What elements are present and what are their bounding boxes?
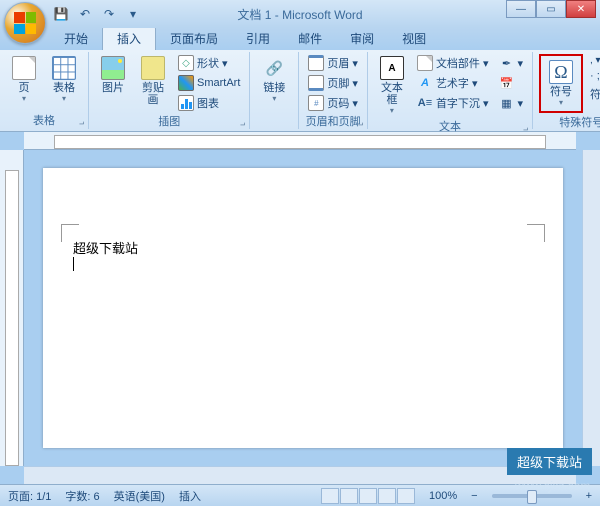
qat-dropdown-icon[interactable]: ▾	[124, 5, 142, 23]
smartart-icon	[178, 75, 194, 91]
date-icon: 📅	[498, 75, 514, 91]
horizontal-ruler[interactable]	[24, 132, 576, 150]
clipart-button[interactable]: 剪贴画	[135, 54, 171, 108]
symbols-dropdown[interactable]: · ; :	[587, 69, 600, 83]
group-label-illustrations: 插图	[95, 112, 243, 130]
tab-review[interactable]: 审阅	[336, 27, 388, 50]
quickparts-button[interactable]: 文档部件 ▾	[414, 54, 492, 72]
titlebar: 💾 ↶ ↷ ▾ 文档 1 - Microsoft Word — ▭ ✕	[0, 0, 600, 28]
dropcap-icon: A≡	[417, 95, 433, 111]
more-symbols-button[interactable]: , ▾	[587, 54, 600, 67]
tab-view[interactable]: 视图	[388, 27, 440, 50]
pagenum-icon: #	[308, 95, 324, 111]
table-icon	[52, 56, 76, 80]
header-button[interactable]: 页眉 ▾	[305, 54, 361, 72]
quick-access-toolbar: 💾 ↶ ↷ ▾	[52, 5, 142, 23]
footer-button[interactable]: 页脚 ▾	[305, 74, 361, 92]
parts-icon	[417, 55, 433, 71]
wordart-button[interactable]: A艺术字 ▾	[414, 74, 492, 92]
tab-mailings[interactable]: 邮件	[284, 27, 336, 50]
text-cursor	[73, 257, 74, 271]
ribbon-tabs: 开始 插入 页面布局 引用 邮件 审阅 视图	[0, 28, 600, 50]
textbox-button[interactable]: A文本框▾	[374, 54, 410, 117]
zoom-level[interactable]: 100%	[429, 490, 457, 502]
group-label-tables: 表格	[6, 111, 82, 129]
view-outline[interactable]	[378, 488, 396, 504]
status-page[interactable]: 页面: 1/1	[8, 488, 51, 504]
view-print-layout[interactable]	[321, 488, 339, 504]
hyperlink-button[interactable]: 🔗链接▾	[256, 54, 292, 105]
status-mode[interactable]: 插入	[179, 488, 201, 504]
watermark-badge: 超级下载站	[507, 448, 592, 475]
view-buttons	[321, 488, 415, 504]
ribbon: 页▾ 表格▾ 表格 图片 剪贴画 ◇形状 ▾ SmartArt 图表 插图 🔗链…	[0, 50, 600, 132]
zoom-out-button[interactable]: −	[471, 490, 477, 502]
table-button[interactable]: 表格▾	[46, 54, 82, 105]
undo-icon[interactable]: ↶	[76, 5, 94, 23]
link-icon: 🔗	[262, 56, 286, 80]
watermark-url: www.cjxz.com	[515, 479, 590, 493]
cover-page-button[interactable]: 页▾	[6, 54, 42, 105]
signature-button[interactable]: ✒▾	[495, 54, 526, 72]
page[interactable]: 超级下载站	[43, 168, 563, 448]
margin-corner-icon	[527, 224, 545, 242]
chart-icon	[178, 95, 194, 111]
picture-icon	[101, 56, 125, 80]
document-text[interactable]: 超级下载站	[73, 238, 533, 257]
shapes-icon: ◇	[178, 55, 194, 71]
save-icon[interactable]: 💾	[52, 5, 70, 23]
redo-icon[interactable]: ↷	[100, 5, 118, 23]
footer-icon	[308, 75, 324, 91]
office-button[interactable]	[4, 2, 46, 44]
zoom-slider[interactable]	[492, 494, 572, 498]
office-logo-icon	[14, 12, 36, 34]
pagenumber-button[interactable]: #页码 ▾	[305, 94, 361, 112]
object-button[interactable]: ▦▾	[495, 94, 526, 112]
picture-button[interactable]: 图片	[95, 54, 131, 96]
status-language[interactable]: 英语(美国)	[114, 488, 165, 504]
tab-home[interactable]: 开始	[50, 27, 102, 50]
chart-button[interactable]: 图表	[175, 94, 243, 112]
clipart-icon	[141, 56, 165, 80]
symbol-button[interactable]: Ω符号▾	[543, 58, 579, 109]
tab-insert[interactable]: 插入	[102, 26, 156, 50]
horizontal-scrollbar[interactable]	[24, 466, 576, 484]
omega-icon: Ω	[549, 60, 573, 84]
tab-layout[interactable]: 页面布局	[156, 27, 232, 50]
page-icon	[12, 56, 36, 80]
vertical-ruler[interactable]	[0, 150, 24, 466]
view-fullscreen[interactable]	[340, 488, 358, 504]
header-icon	[308, 55, 324, 71]
tab-references[interactable]: 引用	[232, 27, 284, 50]
wordart-icon: A	[417, 75, 433, 91]
view-draft[interactable]	[397, 488, 415, 504]
vertical-scrollbar[interactable]	[582, 150, 600, 466]
signature-icon: ✒	[498, 55, 514, 71]
maximize-button[interactable]: ▭	[536, 0, 566, 18]
document-area[interactable]: 超级下载站	[24, 150, 582, 466]
dropcap-button[interactable]: A≡首字下沉 ▾	[414, 94, 492, 112]
group-label-headerfooter: 页眉和页脚	[305, 112, 361, 130]
smartart-button[interactable]: SmartArt	[175, 74, 243, 92]
status-wordcount[interactable]: 字数: 6	[65, 488, 99, 504]
minimize-button[interactable]: —	[506, 0, 536, 18]
view-web[interactable]	[359, 488, 377, 504]
group-label-symbols: 特殊符号	[539, 113, 600, 131]
datetime-button[interactable]: 📅	[495, 74, 526, 92]
shapes-button[interactable]: ◇形状 ▾	[175, 54, 243, 72]
margin-corner-icon	[61, 224, 79, 242]
window-title: 文档 1 - Microsoft Word	[237, 6, 362, 23]
textbox-icon: A	[380, 56, 404, 80]
close-button[interactable]: ✕	[566, 0, 596, 18]
object-icon: ▦	[498, 95, 514, 111]
